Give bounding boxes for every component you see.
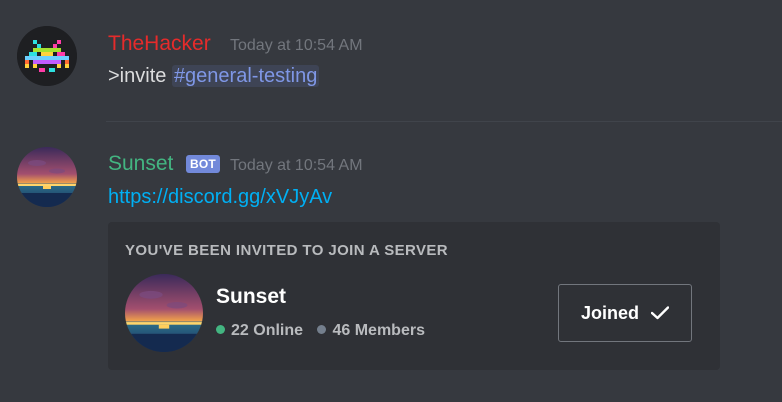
message-thehacker: TheHacker Today at 10:54 AM >invite #gen… [0, 0, 782, 120]
message-text: >invite [108, 65, 172, 87]
bot-tag: BOT [186, 155, 220, 173]
invite-link[interactable]: https://discord.gg/xVJyAv [108, 186, 332, 209]
timestamp: Today at 10:54 AM [230, 157, 363, 174]
members-dot-icon [317, 325, 327, 335]
server-stats: 22 Online 46 Members [216, 322, 425, 340]
server-invite-card: YOU'VE BEEN INVITED TO JOIN A SERVER Sun… [108, 222, 720, 370]
sunset-icon [17, 147, 77, 207]
invite-header: YOU'VE BEEN INVITED TO JOIN A SERVER [125, 242, 449, 259]
space-invader-icon [17, 26, 77, 86]
joined-button[interactable]: Joined [558, 284, 692, 342]
check-icon [651, 306, 669, 320]
username[interactable]: TheHacker [108, 32, 211, 56]
avatar[interactable] [17, 26, 77, 86]
channel-mention[interactable]: #general-testing [171, 65, 320, 87]
member-count: 46 Members [332, 322, 425, 339]
timestamp: Today at 10:54 AM [230, 37, 363, 54]
avatar[interactable] [17, 147, 77, 207]
sunset-icon [125, 274, 203, 352]
online-count: 22 Online [231, 322, 304, 339]
username[interactable]: Sunset [108, 152, 173, 176]
message-content: >invite #general-testing [108, 65, 320, 88]
joined-label: Joined [580, 302, 639, 323]
online-dot-icon [216, 325, 225, 335]
server-name: Sunset [216, 285, 287, 308]
server-icon[interactable] [125, 274, 203, 352]
